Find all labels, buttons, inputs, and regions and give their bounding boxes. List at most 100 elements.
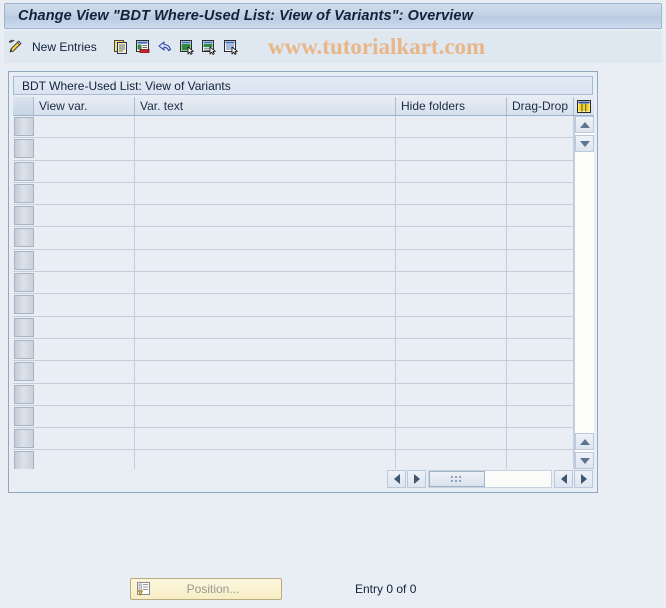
cell-hide-folders[interactable] <box>396 182 507 205</box>
column-header-var-text[interactable]: Var. text <box>135 97 396 115</box>
cell-var-text[interactable] <box>135 160 396 182</box>
cell-view-var[interactable] <box>34 249 135 272</box>
cell-var-text[interactable] <box>135 316 396 338</box>
cell-view-var[interactable] <box>34 338 135 361</box>
cell-drag-drop[interactable] <box>507 338 574 361</box>
cell-view-var[interactable] <box>34 182 135 205</box>
vertical-scrollbar[interactable] <box>574 116 594 469</box>
cell-drag-drop[interactable] <box>507 160 574 182</box>
copy-icon[interactable] <box>110 35 132 59</box>
row-select-handle[interactable] <box>14 295 34 315</box>
cell-view-var[interactable] <box>34 205 135 227</box>
table-row[interactable] <box>13 361 594 384</box>
row-select-handle[interactable] <box>14 228 34 248</box>
horizontal-scrollbar[interactable] <box>387 469 594 488</box>
scroll-left-icon[interactable] <box>387 469 406 488</box>
cell-hide-folders[interactable] <box>396 205 507 227</box>
row-select-handle[interactable] <box>14 117 34 136</box>
cell-var-text[interactable] <box>135 205 396 227</box>
details-icon[interactable] <box>220 35 242 59</box>
scroll-right-icon[interactable] <box>407 469 426 488</box>
table-row[interactable] <box>13 405 594 429</box>
cell-var-text[interactable] <box>135 428 396 450</box>
cell-drag-drop[interactable] <box>507 316 574 338</box>
table-row[interactable] <box>13 249 594 273</box>
cell-hide-folders[interactable] <box>396 272 507 294</box>
cell-view-var[interactable] <box>34 160 135 182</box>
table-row[interactable] <box>13 160 594 183</box>
cell-hide-folders[interactable] <box>396 316 507 338</box>
display-change-pencil-icon[interactable] <box>4 35 26 59</box>
cell-drag-drop[interactable] <box>507 361 574 383</box>
scroll-left-end-icon[interactable] <box>554 469 573 488</box>
cell-var-text[interactable] <box>135 294 396 316</box>
cell-view-var[interactable] <box>34 116 135 138</box>
cell-var-text[interactable] <box>135 361 396 383</box>
table-row[interactable] <box>13 116 594 139</box>
cell-view-var[interactable] <box>34 227 135 249</box>
table-settings-icon[interactable] <box>574 97 594 115</box>
cell-var-text[interactable] <box>135 383 396 405</box>
cell-var-text[interactable] <box>135 227 396 249</box>
row-select-handle[interactable] <box>14 406 34 426</box>
cell-hide-folders[interactable] <box>396 116 507 138</box>
cell-drag-drop[interactable] <box>507 205 574 227</box>
cell-drag-drop[interactable] <box>507 294 574 316</box>
cell-hide-folders[interactable] <box>396 383 507 405</box>
cell-hide-folders[interactable] <box>396 294 507 316</box>
cell-drag-drop[interactable] <box>507 272 574 294</box>
select-all-column-header[interactable] <box>13 97 34 115</box>
table-row[interactable] <box>13 182 594 206</box>
cell-var-text[interactable] <box>135 338 396 361</box>
table-row[interactable] <box>13 138 594 161</box>
table-row[interactable] <box>13 383 594 406</box>
horizontal-scroll-track[interactable] <box>428 469 552 488</box>
row-select-handle[interactable] <box>14 183 34 203</box>
table-row[interactable] <box>13 205 594 228</box>
cell-view-var[interactable] <box>34 361 135 383</box>
row-select-handle[interactable] <box>14 273 34 293</box>
cell-var-text[interactable] <box>135 182 396 205</box>
delete-icon[interactable] <box>132 35 154 59</box>
cell-hide-folders[interactable] <box>396 428 507 450</box>
cell-view-var[interactable] <box>34 405 135 428</box>
scroll-down-icon[interactable] <box>575 135 594 152</box>
cell-drag-drop[interactable] <box>507 138 574 160</box>
cell-view-var[interactable] <box>34 383 135 405</box>
scroll-up-bottom-icon[interactable] <box>575 433 594 450</box>
position-button[interactable]: Position... <box>130 578 282 600</box>
cell-view-var[interactable] <box>34 428 135 450</box>
cell-hide-folders[interactable] <box>396 338 507 361</box>
row-select-handle[interactable] <box>14 206 34 226</box>
cell-var-text[interactable] <box>135 450 396 469</box>
cell-drag-drop[interactable] <box>507 249 574 272</box>
cell-drag-drop[interactable] <box>507 450 574 469</box>
cell-drag-drop[interactable] <box>507 116 574 138</box>
row-select-handle[interactable] <box>14 451 34 469</box>
row-select-handle[interactable] <box>14 250 34 270</box>
horizontal-scroll-thumb[interactable] <box>429 470 485 487</box>
cell-hide-folders[interactable] <box>396 450 507 469</box>
cell-var-text[interactable] <box>135 116 396 138</box>
cell-var-text[interactable] <box>135 138 396 160</box>
cell-var-text[interactable] <box>135 249 396 272</box>
row-select-handle[interactable] <box>14 384 34 404</box>
cell-hide-folders[interactable] <box>396 361 507 383</box>
table-row[interactable] <box>13 428 594 451</box>
table-row[interactable] <box>13 294 594 317</box>
deselect-all-icon[interactable] <box>198 35 220 59</box>
cell-drag-drop[interactable] <box>507 383 574 405</box>
cell-drag-drop[interactable] <box>507 182 574 205</box>
row-select-handle[interactable] <box>14 317 34 337</box>
cell-drag-drop[interactable] <box>507 405 574 428</box>
new-entries-button[interactable]: New Entries <box>26 40 103 54</box>
cell-hide-folders[interactable] <box>396 227 507 249</box>
column-header-view-var[interactable]: View var. <box>34 97 135 115</box>
column-header-drag-drop[interactable]: Drag-Drop <box>507 97 574 115</box>
table-row[interactable] <box>13 338 594 362</box>
cell-hide-folders[interactable] <box>396 249 507 272</box>
row-select-handle[interactable] <box>14 139 34 159</box>
row-select-handle[interactable] <box>14 429 34 449</box>
cell-drag-drop[interactable] <box>507 227 574 249</box>
cell-var-text[interactable] <box>135 405 396 428</box>
